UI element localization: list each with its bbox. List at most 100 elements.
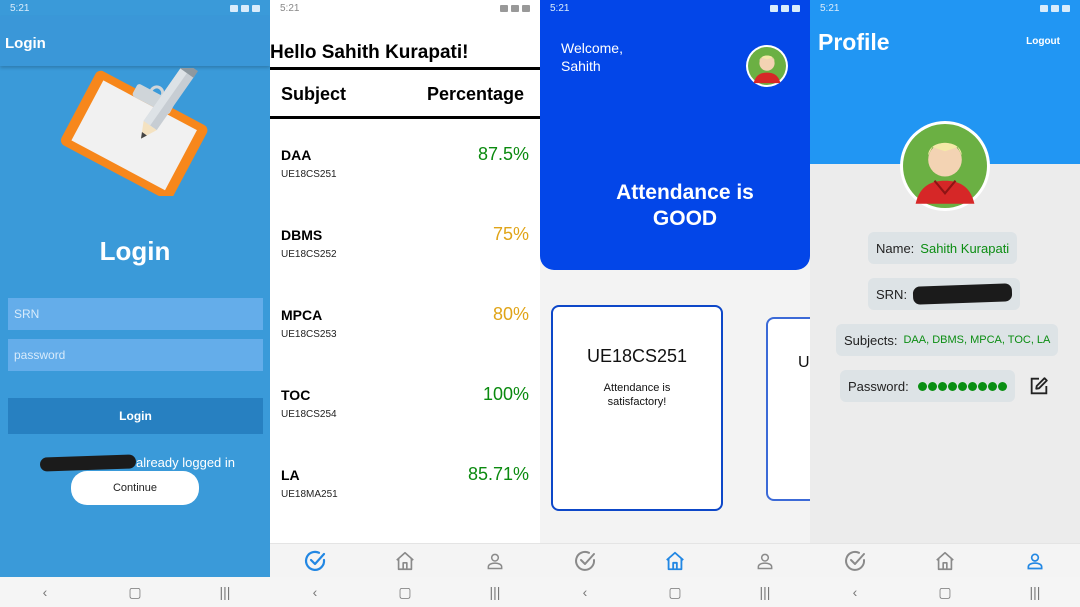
chevron-left-icon[interactable]: ‹: [25, 584, 65, 600]
app-bar: Login: [0, 16, 270, 66]
avatar-image: [903, 124, 987, 208]
login-button[interactable]: Login: [8, 398, 263, 434]
srn-label: SRN:: [876, 286, 908, 302]
recents-icon[interactable]: |||: [1015, 584, 1055, 600]
recents-icon[interactable]: |||: [745, 584, 785, 600]
password-dot: [917, 381, 927, 391]
password-dot: [937, 381, 947, 391]
square-icon[interactable]: ▢: [925, 584, 965, 601]
subject-name: DAA: [281, 147, 312, 163]
name-field: Name: Sahith Kurapati: [868, 232, 1018, 264]
already-logged-text: already logged in: [136, 455, 236, 470]
table-row[interactable]: LA UE18MA251 85.71%: [270, 464, 540, 547]
password-dots: [917, 381, 1007, 391]
tab-attendance[interactable]: [297, 546, 333, 576]
home-icon: [666, 551, 684, 570]
bottom-tab-bar: [540, 543, 810, 577]
password-dot: [947, 381, 957, 391]
attendance-percentage: 100%: [482, 384, 529, 404]
subject-card-code: UE18CS251: [586, 346, 688, 366]
square-icon[interactable]: ▢: [115, 584, 155, 601]
tab-profile[interactable]: [747, 546, 783, 576]
avatar[interactable]: [900, 121, 990, 211]
welcome-message: Welcome, Sahith: [561, 39, 681, 75]
status-time: 5:21: [280, 2, 300, 14]
profile-screen: 5:21 Profile Logout Name: Sahith Kurapat…: [810, 0, 1080, 607]
tab-home[interactable]: [387, 546, 423, 576]
system-nav-bar: ‹ ▢ |||: [270, 577, 540, 607]
password-input[interactable]: [8, 339, 263, 371]
check-circle-icon: [575, 550, 596, 571]
chevron-left-icon[interactable]: ‹: [295, 584, 335, 600]
status-bar: 5:21: [270, 0, 540, 16]
bottom-tab-bar: [270, 543, 540, 577]
subject-column-header: Subject: [281, 84, 347, 104]
table-row[interactable]: DBMS UE18CS252 75%: [270, 224, 540, 307]
subject-card-message: Attendance is satisfactory!: [603, 382, 671, 408]
home-icon: [936, 551, 954, 570]
logout-button[interactable]: Logout: [1026, 36, 1060, 47]
continue-button[interactable]: Continue: [71, 471, 199, 505]
home-icon: [396, 551, 414, 570]
recents-icon[interactable]: |||: [475, 584, 515, 600]
srn-field: SRN:: [868, 278, 1020, 310]
table-row[interactable]: TOC UE18CS254 100%: [270, 384, 540, 467]
square-icon[interactable]: ▢: [385, 584, 425, 601]
password-dot: [957, 381, 967, 391]
tab-home[interactable]: [657, 546, 693, 576]
attendance-percentage: 87.5%: [477, 144, 529, 164]
status-bar: 5:21: [0, 0, 270, 16]
password-dot: [987, 381, 997, 391]
password-field: Password:: [840, 370, 1015, 402]
status-time: 5:21: [820, 2, 840, 14]
status-line-2: GOOD: [652, 207, 718, 230]
chevron-left-icon[interactable]: ‹: [835, 584, 875, 600]
status-icons: [500, 4, 530, 12]
square-icon[interactable]: ▢: [655, 584, 695, 601]
status-icons: [770, 4, 800, 12]
subject-name: LA: [281, 467, 300, 483]
tab-home[interactable]: [927, 546, 963, 576]
tab-attendance[interactable]: [837, 546, 873, 576]
chevron-left-icon[interactable]: ‹: [565, 584, 605, 600]
subjects-value: DAA, DBMS, MPCA, TOC, LA: [903, 334, 1051, 346]
edit-password-button[interactable]: [1026, 373, 1052, 399]
subject-card-next[interactable]: U: [766, 317, 810, 501]
subject-code: UE18MA251: [281, 489, 338, 500]
attendance-percentage: 75%: [492, 224, 529, 244]
system-nav-bar: ‹ ▢ |||: [810, 577, 1080, 607]
person-icon: [757, 553, 773, 569]
status-bar: 5:21: [540, 0, 810, 16]
status-time: 5:21: [550, 2, 570, 14]
login-title: Login: [99, 236, 171, 266]
redacted-username: [39, 453, 137, 472]
page-title: Profile: [818, 29, 890, 55]
status-icons: [1040, 4, 1070, 12]
status-time: 5:21: [10, 2, 30, 14]
subject-name: DBMS: [281, 227, 323, 243]
already-logged-message: already logged in: [39, 453, 236, 472]
login-screen: 5:21 Login Login Login already logged in…: [0, 0, 270, 607]
srn-input[interactable]: [8, 298, 263, 330]
subject-card[interactable]: UE18CS251 Attendance is satisfactory!: [551, 305, 723, 511]
attendance-percentage: 80%: [492, 304, 529, 324]
password-dot: [927, 381, 937, 391]
tab-attendance[interactable]: [567, 546, 603, 576]
recents-icon[interactable]: |||: [205, 584, 245, 600]
tab-profile[interactable]: [477, 546, 513, 576]
subjects-label: Subjects:: [844, 332, 898, 348]
table-row[interactable]: MPCA UE18CS253 80%: [270, 304, 540, 387]
subject-name: MPCA: [281, 307, 323, 323]
tab-profile[interactable]: [1017, 546, 1053, 576]
subject-code: UE18CS251: [281, 169, 337, 180]
attendance-percentage: 85.71%: [467, 464, 529, 484]
user-first-name: Sahith: [561, 58, 601, 74]
password-dot: [997, 381, 1007, 391]
avatar[interactable]: [746, 45, 788, 87]
subject-name: TOC: [281, 387, 311, 403]
check-circle-icon: [845, 550, 866, 571]
check-circle-icon: [304, 550, 326, 571]
table-row[interactable]: DAA UE18CS251 87.5%: [270, 144, 540, 227]
name-value: Sahith Kurapati: [920, 240, 1010, 256]
system-nav-bar: ‹ ▢ |||: [0, 577, 270, 607]
